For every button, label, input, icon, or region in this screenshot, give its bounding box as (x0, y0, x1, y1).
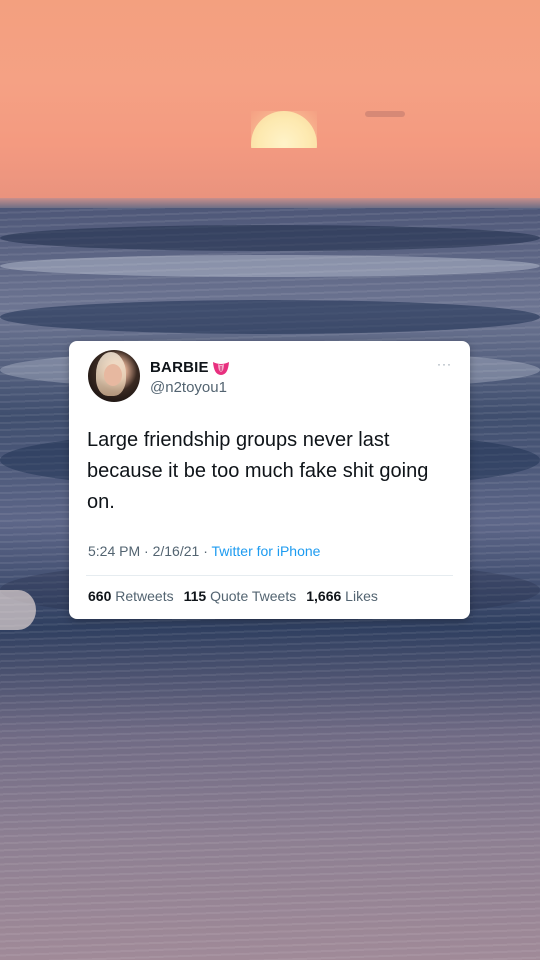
retweets-stat[interactable]: 660 Retweets (88, 588, 174, 604)
tweet-text: Large friendship groups never last becau… (87, 429, 429, 513)
meta-separator: · (199, 543, 212, 559)
avatar[interactable] (88, 350, 140, 402)
tongue-emoji-icon (212, 360, 230, 376)
likes-label: Likes (345, 588, 378, 604)
wave (0, 225, 540, 251)
retweets-label: Retweets (115, 588, 174, 604)
sea-foam (0, 590, 36, 630)
likes-count: 1,666 (306, 588, 342, 604)
sunset-sky (0, 0, 540, 205)
horizon-line (0, 198, 540, 208)
engagement-stats: 660 Retweets 115 Quote Tweets 1,666 Likes (88, 588, 388, 604)
background-photo: BARBIE @n2toyou1 ··· Large friendship gr… (0, 0, 540, 960)
tweet-source-link[interactable]: Twitter for iPhone (212, 543, 321, 559)
author-name-row: BARBIE (150, 359, 230, 376)
retweets-count: 660 (88, 588, 112, 604)
quote-tweets-count: 115 (183, 588, 207, 604)
more-options-icon[interactable]: ··· (437, 358, 452, 370)
quote-tweets-label: Quote Tweets (210, 588, 297, 604)
tweet-card: BARBIE @n2toyou1 ··· Large friendship gr… (69, 341, 470, 619)
tweet-date[interactable]: 2/16/21 (153, 543, 200, 559)
tweet-time[interactable]: 5:24 PM (88, 543, 140, 559)
display-name[interactable]: BARBIE (150, 359, 209, 376)
divider (86, 575, 453, 576)
quote-tweets-stat[interactable]: 115 Quote Tweets (184, 588, 297, 604)
likes-stat[interactable]: 1,666 Likes (306, 588, 378, 604)
meta-separator: · (140, 543, 153, 559)
wave (0, 255, 540, 277)
avatar-face (104, 364, 122, 386)
user-handle[interactable]: @n2toyou1 (150, 379, 227, 396)
distant-cloud (365, 111, 405, 117)
tweet-meta: 5:24 PM · 2/16/21 · Twitter for iPhone (88, 543, 320, 559)
wave (0, 300, 540, 334)
